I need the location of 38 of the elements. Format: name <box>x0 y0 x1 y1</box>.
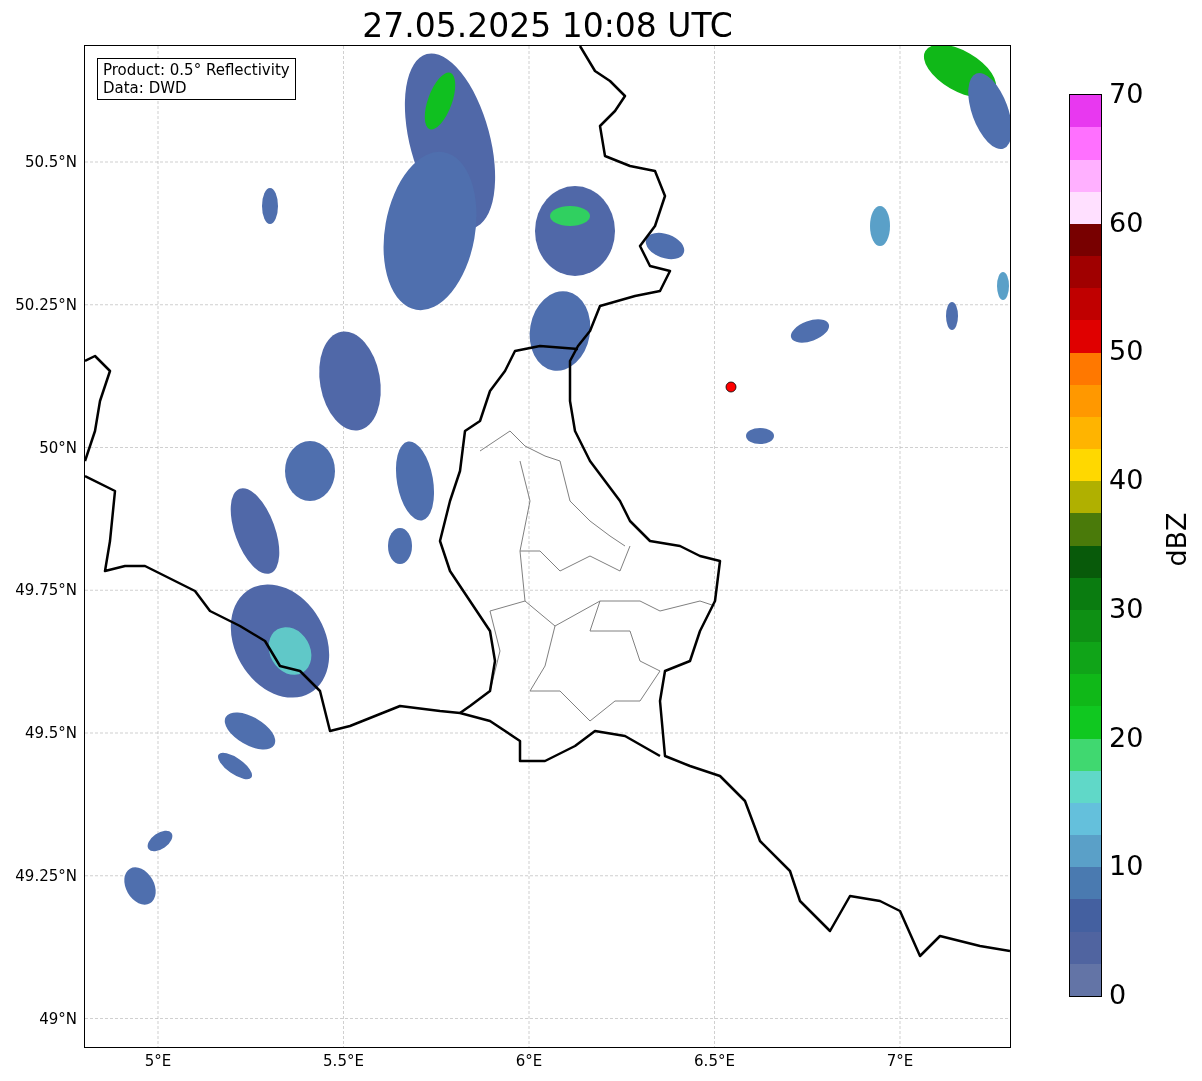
colorbar-tick-label: 30 <box>1109 592 1144 625</box>
longitude-label: 6.5°E <box>693 1052 736 1070</box>
radar-echo <box>147 830 173 852</box>
longitude-label: 5.5°E <box>322 1052 365 1070</box>
radar-echo <box>124 867 156 905</box>
colorbar-label: dBZ <box>1160 512 1192 567</box>
radar-echo <box>997 272 1009 300</box>
colorbar-tick-label: 10 <box>1109 850 1144 883</box>
radar-echo <box>870 206 890 246</box>
radar-echo <box>285 441 335 501</box>
latitude-label: 50°N <box>38 438 77 457</box>
info-text: Product: 0.5° Reflectivity <box>103 61 290 79</box>
colorbar-tick-label: 70 <box>1109 78 1144 110</box>
latitude-label: 49.25°N <box>14 866 77 885</box>
radar-site-marker <box>725 381 737 393</box>
radar-echo <box>224 712 276 750</box>
longitude-label: 5°E <box>143 1052 173 1070</box>
radar-echo <box>388 528 412 564</box>
longitude-label: 6°E <box>514 1052 544 1070</box>
latitude-label: 50.5°N <box>23 153 77 171</box>
radar-echo <box>746 428 774 444</box>
latitude-label: 49°N <box>38 1009 77 1028</box>
info-text: Data: DWD <box>103 79 188 97</box>
radar-echo <box>645 232 685 260</box>
colorbar-tick-label: 60 <box>1109 206 1144 239</box>
radar-echo <box>218 752 252 780</box>
latitude-label: 50.25°N <box>14 295 77 314</box>
longitude-label: 7°E <box>885 1052 915 1070</box>
radar-echo <box>946 302 958 330</box>
colorbar-tick-label: 50 <box>1109 335 1144 368</box>
colorbar-tick-label: 40 <box>1109 464 1144 497</box>
radar-echo <box>790 319 830 343</box>
latitude-label: 49.75°N <box>14 581 77 600</box>
chart-title: 27.05.2025 10:08 UTC <box>361 5 734 45</box>
radar-echo <box>262 188 278 224</box>
colorbar-tick-label: 0 <box>1109 979 1127 1011</box>
colorbar-tick-label: 20 <box>1109 721 1144 754</box>
latitude-label: 49.5°N <box>23 724 77 742</box>
